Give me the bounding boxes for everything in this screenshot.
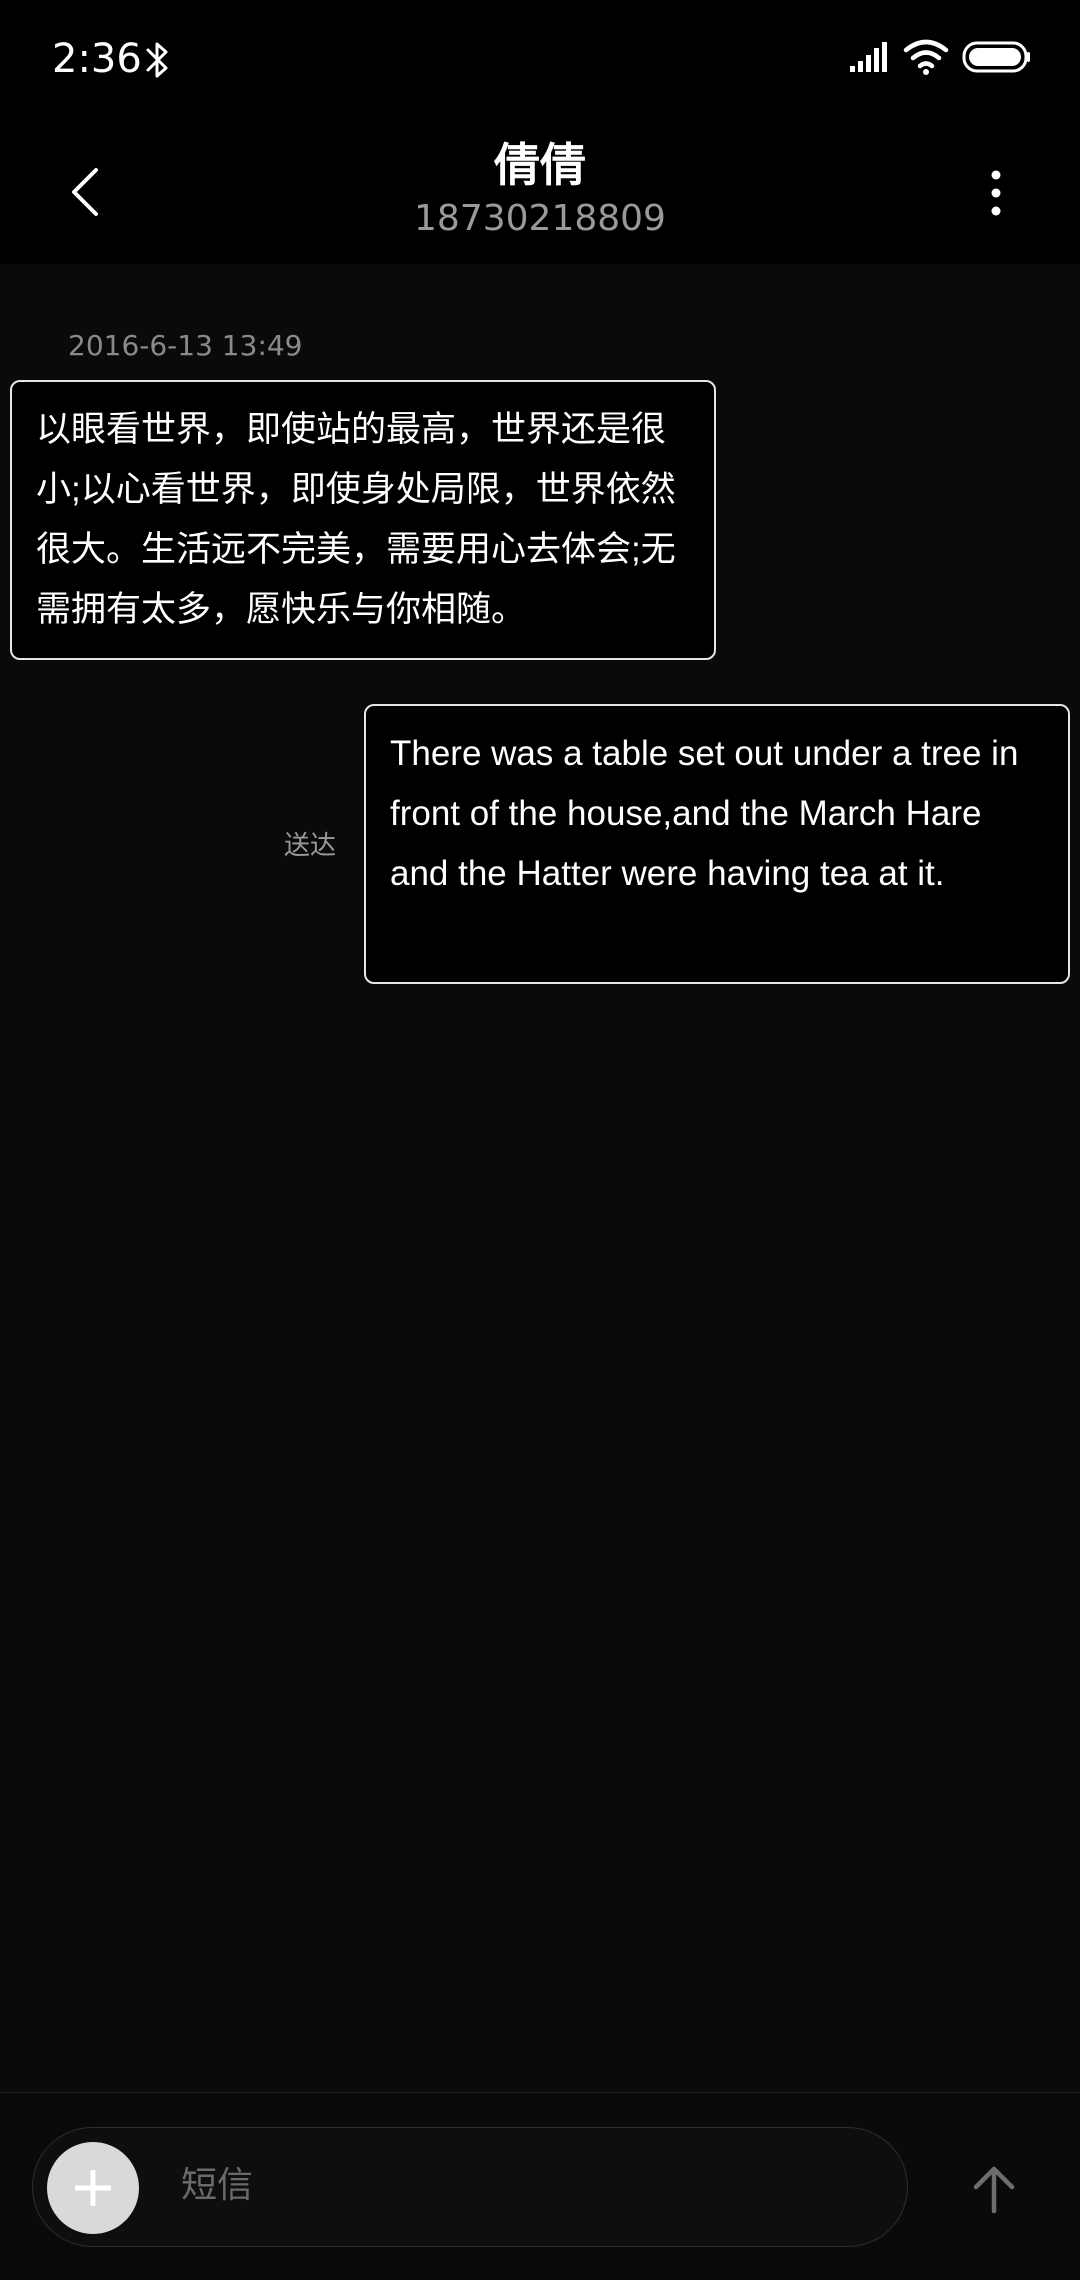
message-timestamp: 2016-6-13 13:49 [68, 329, 303, 362]
message-input[interactable]: 短信 [32, 2127, 908, 2247]
contact-name: 倩倩 [494, 138, 586, 192]
conversation-header: 倩倩 18730218809 [0, 118, 1080, 264]
send-arrow-icon [973, 2166, 1015, 2214]
incoming-message-bubble[interactable]: 以眼看世界，即使站的最高，世界还是很小;以心看世界，即使身处局限，世界依然很大。… [10, 380, 716, 660]
bluetooth-icon [146, 42, 168, 78]
back-arrow-icon [72, 168, 98, 216]
message-input-placeholder: 短信 [181, 2165, 254, 2206]
status-bar: 2:36 [0, 0, 1080, 118]
contact-phone-number: 18730218809 [414, 198, 666, 239]
add-attachment-button[interactable] [47, 2142, 139, 2234]
wifi-icon [903, 39, 949, 75]
outgoing-message-bubble[interactable]: There was a table set out under a tree i… [364, 704, 1070, 984]
delivery-status: 送达 [284, 831, 337, 861]
send-button[interactable] [956, 2147, 1032, 2231]
status-time: 2:36 [52, 36, 142, 82]
compose-bar: 短信 [0, 2092, 1080, 2280]
back-button[interactable] [52, 154, 116, 230]
battery-icon [962, 41, 1030, 73]
more-vertical-icon [991, 170, 1001, 216]
signal-icon [850, 42, 887, 72]
more-options-button[interactable] [966, 158, 1026, 228]
plus-icon [75, 2170, 111, 2206]
